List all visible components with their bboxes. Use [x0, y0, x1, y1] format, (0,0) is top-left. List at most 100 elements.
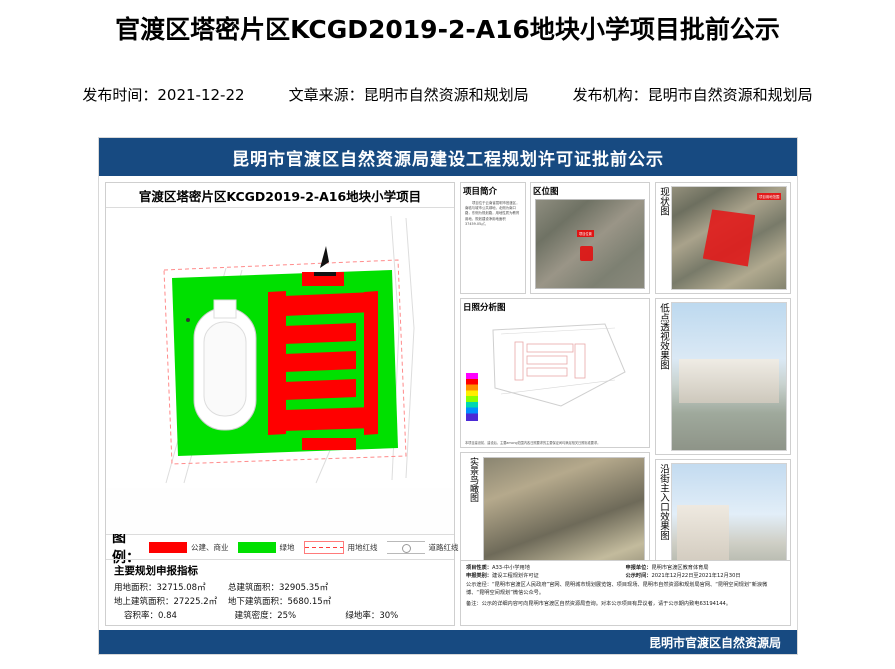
swatch-land-redline	[303, 540, 344, 554]
sunlight-color-scale	[466, 373, 478, 421]
indicator-site-area: 用地面积：32715.08㎡	[114, 581, 222, 595]
indicator-row2-empty	[336, 595, 446, 609]
location-map-image: 项目位置	[535, 199, 645, 289]
publish-time: 发布时间：2021-12-22	[82, 84, 244, 105]
indicator-site-area-label: 用地面积：	[114, 583, 157, 593]
site-plan-title: 官渡区塔密片区KCGD2019-2-A16地块小学项目	[106, 183, 454, 208]
indicator-building-density-value: 25%	[277, 611, 297, 621]
location-map-panel: 区位图 项目位置	[530, 182, 650, 294]
info-application-type: 申报类别：建设工程规划许可证	[466, 572, 626, 580]
indicator-underground-area-label: 地下建筑面积：	[228, 597, 288, 607]
low-angle-perspective-panel: 低点透视效果图	[655, 298, 791, 456]
site-plan-panel: 官渡区塔密片区KCGD2019-2-A16地块小学项目 总平面图	[105, 182, 459, 626]
publish-time-value: 2021-12-22	[157, 86, 245, 104]
indicator-green-ratio: 绿地率：30%	[335, 609, 446, 623]
low-angle-perspective-image	[671, 302, 787, 452]
current-status-label-wrap: 现状图	[656, 183, 671, 293]
publish-agency: 发布机构：昆明市自然资源和规划局	[573, 84, 813, 105]
location-map-tag: 项目位置	[577, 229, 594, 237]
legend: 图例： 公建、商业 绿地 用地红线 道路红线	[106, 530, 459, 566]
poster-banner-title: 昆明市官渡区自然资源局建设工程规划许可证批前公示	[99, 138, 797, 176]
indicator-far: 容积率：0.84	[114, 609, 225, 623]
page-root: 官渡区塔密片区KCGD2019-2-A16地块小学项目批前公示 发布时间：202…	[0, 0, 895, 669]
info-publicity-period-label: 公示时间：	[625, 573, 652, 580]
indicator-far-label: 容积率：	[124, 611, 159, 621]
article-meta: 发布时间：2021-12-22 文章来源：昆明市自然资源和规划局 发布机构：昆明…	[0, 84, 895, 105]
indicator-total-floor-area-label: 总建筑面积：	[228, 583, 280, 593]
current-status-label: 现状图	[658, 187, 669, 216]
indicator-total-floor-area-value: 32905.35㎡	[279, 583, 329, 593]
info-row: 申报类别：建设工程规划许可证 公示时间：2021年12月22日至2021年12月…	[466, 572, 785, 580]
info-publicity-period-value: 2021年12月22日至2021年12月30日	[651, 573, 741, 580]
current-status-tag: 项目用地范围	[757, 193, 782, 201]
announcement-poster[interactable]: 昆明市官渡区自然资源局建设工程规划许可证批前公示 官渡区塔密片区KCGD2019…	[98, 137, 798, 655]
info-project-nature-label: 项目性质：	[466, 565, 492, 571]
current-status-image: 项目用地范围	[671, 186, 787, 290]
info-row: 项目性质：A33-中小学用地 申报单位：昆明市官渡区教育体育局	[466, 564, 785, 572]
publish-time-label: 发布时间：	[82, 86, 158, 104]
legend-item-land-redline: 用地红线	[303, 540, 378, 554]
site-plan-drawing: 总平面图	[106, 208, 454, 534]
project-brief-panel: 项目简介 项目位于云南省昆明市官渡区，南临与城市公共绿地，北侧为南口路，东侧为规…	[460, 182, 526, 294]
indicators-row: 用地面积：32715.08㎡ 总建筑面积：32905.35㎡	[114, 581, 446, 595]
article-source-value: 昆明市自然资源和规划局	[363, 86, 529, 104]
poster-footer-org: 昆明市官渡区自然资源局	[99, 630, 797, 654]
low-angle-perspective-label: 低点透视效果图	[658, 303, 669, 370]
location-map-marker	[580, 245, 594, 261]
legend-item-road-redline: 道路红线	[386, 540, 459, 554]
sunlight-analysis-note: 本项目建设前、建设后，主要among范围内各日照要求的主要保证间均满足相关日照标…	[465, 440, 601, 445]
indicator-green-ratio-value: 30%	[379, 611, 399, 621]
article-source: 文章来源：昆明市自然资源和规划局	[289, 84, 529, 105]
info-application-type-value: 建设工程规划许可证	[491, 573, 539, 580]
current-status-site-outline	[702, 209, 756, 267]
swatch-green-space	[237, 541, 276, 553]
indicator-row1-empty	[336, 581, 446, 595]
indicators-row: 容积率：0.84 建筑密度：25% 绿地率：30%	[114, 609, 446, 623]
info-project-nature: 项目性质：A33-中小学用地	[466, 564, 626, 572]
legend-item-public-commercial: 公建、商业	[149, 541, 229, 553]
indicator-underground-area: 地下建筑面积：5680.15㎡	[222, 595, 336, 609]
info-publicity-channels: 公示途径：“昆明市官渡区人民政府”官网、昆明城市规划展览馆、项目现场、昆明市自然…	[466, 581, 768, 597]
indicators-row: 地上建筑面积：27225.2㎡ 地下建筑面积：5680.15㎡	[114, 595, 446, 609]
current-status-panel: 现状图 项目用地范围	[655, 182, 791, 294]
indicator-underground-area-value: 5680.15㎡	[287, 597, 332, 607]
info-project-nature-value: A33-中小学用地	[491, 565, 530, 571]
announcement-info-block: 项目性质：A33-中小学用地 申报单位：昆明市官渡区教育体育局 申报类别：建设工…	[460, 560, 791, 626]
info-remark: 备注：公示的详细内容可向昆明市官渡区自然资源局查询。对本公示项目有异议者，请于公…	[466, 600, 732, 607]
project-brief-title: 项目简介	[463, 187, 498, 197]
sunlight-analysis-drawing	[465, 314, 645, 421]
swatch-public-commercial	[149, 541, 187, 553]
sunlight-analysis-title: 日照分析图	[463, 303, 506, 313]
indicator-site-area-value: 32715.08㎡	[156, 583, 206, 593]
page-title: 官渡区塔密片区KCGD2019-2-A16地块小学项目批前公示	[115, 15, 780, 44]
middle-top-row: 项目简介 项目位于云南省昆明市官渡区，南临与城市公共绿地，北侧为南口路，东侧为规…	[460, 182, 650, 294]
location-map-title: 区位图	[533, 187, 559, 197]
aerial-photo-label: 实景鸟瞰图	[468, 457, 478, 502]
indicator-building-density: 建筑密度：25%	[225, 609, 336, 623]
indicator-green-ratio-label: 绿地率：	[345, 611, 380, 621]
site-plan-svg	[106, 208, 454, 488]
info-applicant: 申报单位：昆明市官渡区教育体育局	[626, 564, 786, 572]
legend-label-green-space: 绿地	[279, 542, 295, 552]
project-brief-text: 项目位于云南省昆明市官渡区，南临与城市公共绿地，北侧为南口路，东侧为规划路，用地…	[465, 201, 520, 226]
indicators-title: 主要规划申报指标	[114, 565, 198, 577]
indicator-building-density-label: 建筑密度：	[234, 611, 278, 621]
indicator-above-ground-area-label: 地上建筑面积：	[114, 597, 174, 607]
info-applicant-label: 申报单位：	[625, 565, 652, 571]
legend-label-public-commercial: 公建、商业	[191, 542, 229, 552]
article-source-label: 文章来源：	[288, 86, 364, 104]
indicator-far-value: 0.84	[158, 611, 177, 621]
street-main-entrance-label: 沿街主入口效果图	[658, 464, 669, 541]
low-angle-perspective-label-wrap: 低点透视效果图	[656, 299, 671, 454]
legend-item-green-space: 绿地	[237, 541, 295, 553]
sunlight-analysis-svg	[492, 323, 626, 407]
indicator-above-ground-area: 地上建筑面积：27225.2㎡	[114, 595, 222, 609]
indicator-total-floor-area: 总建筑面积：32905.35㎡	[222, 581, 336, 595]
legend-label-road-redline: 道路红线	[428, 542, 459, 552]
sunlight-analysis-panel: 日照分析图 本项目建设前、建设后，主要among范围内各日照要求的主要保证间均满…	[460, 298, 650, 448]
publish-agency-label: 发布机构：	[572, 86, 648, 104]
swatch-road-redline	[386, 540, 425, 554]
info-application-type-label: 申报类别：	[466, 573, 492, 580]
legend-label-land-redline: 用地红线	[347, 542, 378, 552]
info-applicant-value: 昆明市官渡区教育体育局	[651, 565, 709, 571]
